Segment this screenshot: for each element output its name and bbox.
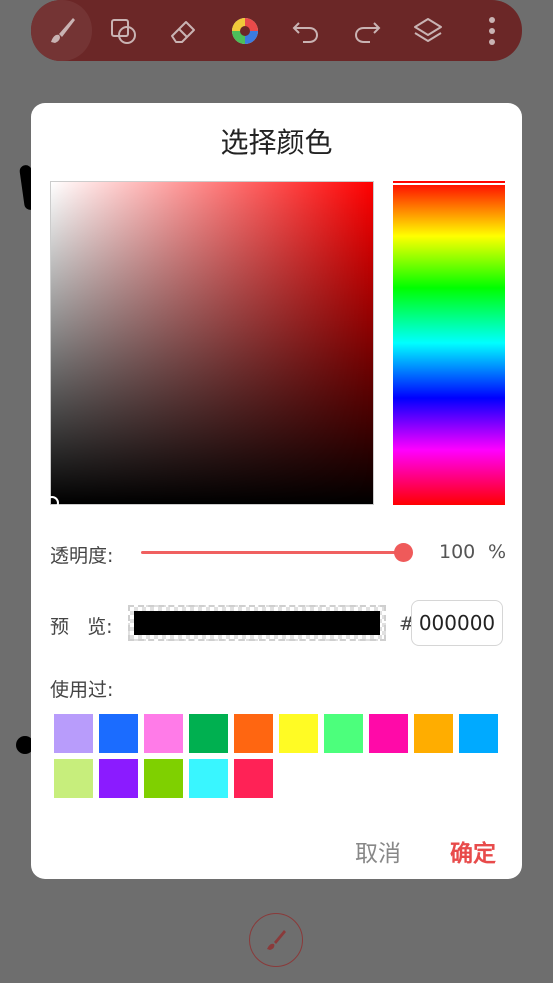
redo-icon [354, 21, 380, 43]
recent-color-swatch[interactable] [99, 714, 138, 753]
color-preview-fill [134, 611, 380, 635]
recent-colors-label: 使用过: [50, 679, 114, 701]
redo-button[interactable] [336, 0, 397, 61]
recent-color-swatch[interactable] [144, 759, 183, 798]
alpha-slider-thumb[interactable] [394, 543, 413, 562]
recent-color-swatch[interactable] [144, 714, 183, 753]
layers-button[interactable] [397, 0, 458, 61]
more-menu-button[interactable] [461, 0, 522, 61]
recent-color-swatch[interactable] [459, 714, 498, 753]
hex-input[interactable]: 000000 [411, 600, 503, 646]
undo-icon [292, 21, 318, 43]
confirm-button[interactable]: 确定 [450, 834, 496, 868]
recent-color-swatch[interactable] [324, 714, 363, 753]
alpha-label: 透明度: [50, 545, 114, 567]
more-vertical-icon [488, 16, 495, 45]
recent-color-swatch[interactable] [234, 714, 273, 753]
alpha-unit: % [488, 541, 507, 563]
layers-icon [413, 17, 442, 42]
shape-tool-button[interactable] [92, 0, 153, 61]
hue-slider[interactable] [393, 181, 505, 505]
eraser-tool-button[interactable] [153, 0, 214, 61]
recent-color-swatch[interactable] [54, 759, 93, 798]
brush-fab-button[interactable] [249, 913, 303, 967]
brush-icon [50, 17, 75, 43]
preview-label: 预 览: [50, 616, 113, 638]
saturation-value-picker[interactable] [45, 181, 374, 510]
dialog-title: 选择颜色 [220, 126, 333, 159]
recent-color-swatch[interactable] [189, 759, 228, 798]
recent-color-swatch[interactable] [234, 759, 273, 798]
color-picker-dialog: 选择颜色 透明度: 100 % 预 览: # 000000 使用过: 取消 确定 [31, 103, 522, 879]
recent-color-swatch[interactable] [99, 759, 138, 798]
recent-color-swatch[interactable] [369, 714, 408, 753]
brush-icon [267, 930, 286, 950]
color-wheel-icon [231, 17, 258, 44]
hue-marker[interactable] [393, 183, 505, 185]
recent-color-swatch[interactable] [279, 714, 318, 753]
alpha-slider-track[interactable] [141, 551, 403, 554]
brush-tool-button[interactable] [31, 0, 92, 61]
cancel-button[interactable]: 取消 [355, 834, 401, 868]
top-toolbar [31, 0, 522, 61]
undo-button[interactable] [275, 0, 336, 61]
shapes-icon [110, 18, 136, 44]
alpha-value: 100 [439, 541, 476, 563]
recent-color-swatch[interactable] [414, 714, 453, 753]
recent-color-swatch[interactable] [54, 714, 93, 753]
recent-color-swatch[interactable] [189, 714, 228, 753]
sv-cursor[interactable] [45, 496, 59, 510]
eraser-icon [170, 20, 195, 43]
color-preview [128, 605, 386, 641]
color-tool-button[interactable] [214, 0, 275, 61]
recent-colors-grid [54, 714, 504, 798]
